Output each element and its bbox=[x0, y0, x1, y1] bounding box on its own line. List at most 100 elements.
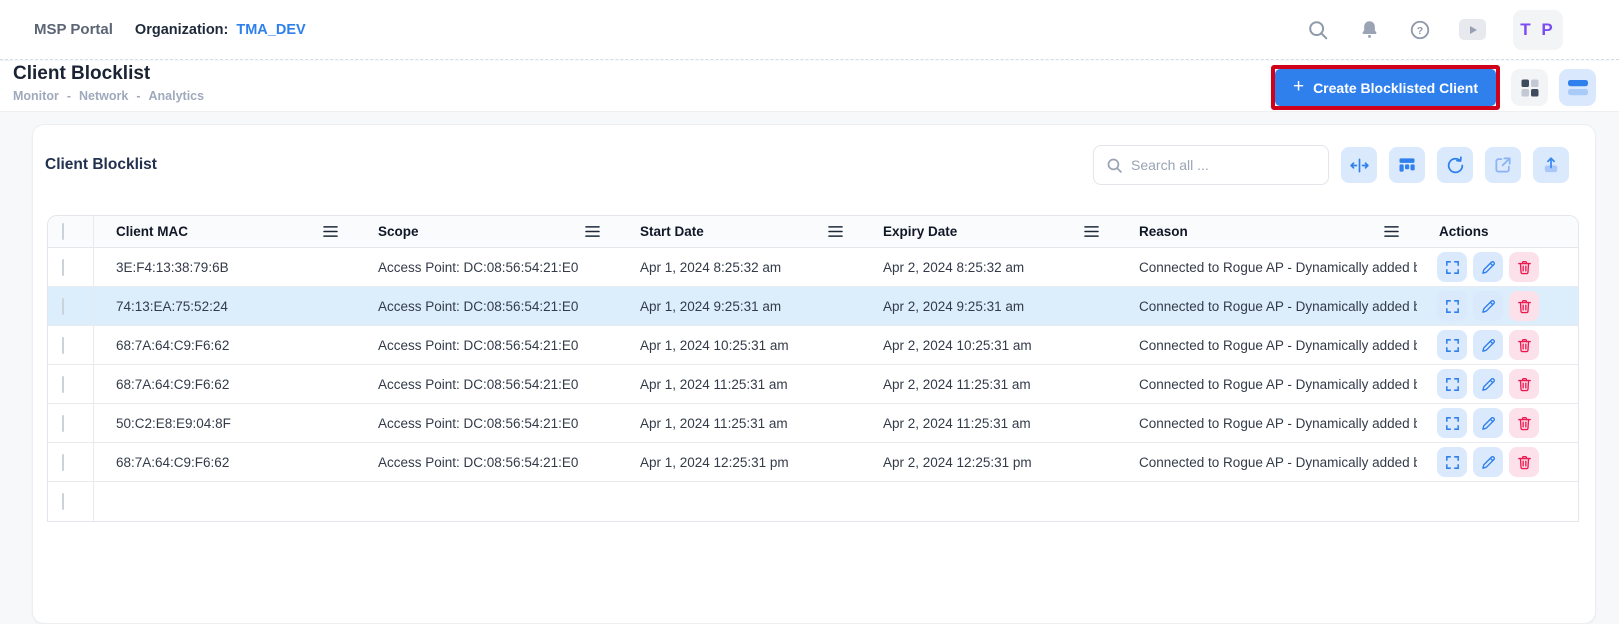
column-header-client-mac[interactable]: Client MAC bbox=[116, 224, 188, 239]
expand-row-button[interactable] bbox=[1437, 408, 1467, 438]
delete-row-button[interactable] bbox=[1509, 330, 1539, 360]
trash-icon bbox=[1516, 454, 1533, 471]
column-header-scope[interactable]: Scope bbox=[378, 224, 419, 239]
delete-row-button[interactable] bbox=[1509, 252, 1539, 282]
column-resize-button[interactable] bbox=[1341, 147, 1377, 183]
edit-row-button[interactable] bbox=[1473, 291, 1503, 321]
column-menu-icon[interactable] bbox=[1084, 225, 1099, 238]
page-header-left: Client Blocklist Monitor-Network-Analyti… bbox=[13, 63, 204, 103]
cell-expiry-date: Apr 2, 2024 8:25:32 am bbox=[861, 248, 1117, 287]
table-header-row: Client MAC Scope Start Date Expiry Date … bbox=[48, 216, 1578, 248]
row-checkbox[interactable] bbox=[62, 337, 64, 354]
client-blocklist-panel: Client Blocklist bbox=[32, 124, 1596, 624]
breadcrumb-separator: - bbox=[67, 89, 71, 103]
trash-icon bbox=[1516, 376, 1533, 393]
search-input-icon bbox=[1106, 157, 1123, 174]
edit-row-button[interactable] bbox=[1473, 369, 1503, 399]
cell-client-mac bbox=[94, 482, 356, 521]
breadcrumb-item[interactable]: Network bbox=[79, 89, 128, 103]
row-checkbox[interactable] bbox=[62, 454, 64, 471]
cell-start-date: Apr 1, 2024 8:25:32 am bbox=[618, 248, 861, 287]
grid-view-button[interactable] bbox=[1511, 69, 1548, 106]
blocklist-table: Client MAC Scope Start Date Expiry Date … bbox=[47, 215, 1579, 522]
edit-row-button[interactable] bbox=[1473, 408, 1503, 438]
refresh-button[interactable] bbox=[1437, 147, 1473, 183]
cell-expiry-date: Apr 2, 2024 11:25:31 am bbox=[861, 404, 1117, 443]
notifications-bell-icon[interactable] bbox=[1357, 18, 1381, 42]
panel-title: Client Blocklist bbox=[45, 156, 157, 174]
expand-row-button[interactable] bbox=[1437, 252, 1467, 282]
table-row-partial bbox=[48, 482, 1578, 521]
delete-row-button[interactable] bbox=[1509, 447, 1539, 477]
delete-row-button[interactable] bbox=[1509, 369, 1539, 399]
delete-row-button[interactable] bbox=[1509, 408, 1539, 438]
cell-start-date: Apr 1, 2024 11:25:31 am bbox=[618, 404, 861, 443]
column-menu-icon[interactable] bbox=[1384, 225, 1399, 238]
row-checkbox[interactable] bbox=[62, 376, 64, 393]
open-external-button[interactable] bbox=[1485, 147, 1521, 183]
cell-scope: Access Point: DC:08:56:54:21:E0 bbox=[356, 365, 618, 404]
expand-row-button[interactable] bbox=[1437, 330, 1467, 360]
list-view-button[interactable] bbox=[1559, 69, 1596, 106]
export-upload-button[interactable] bbox=[1533, 147, 1569, 183]
cell-reason: Connected to Rogue AP - Dynamically adde… bbox=[1117, 443, 1417, 482]
cell-actions bbox=[1417, 248, 1578, 287]
table-row: 68:7A:64:C9:F6:62 Access Point: DC:08:56… bbox=[48, 365, 1578, 404]
column-menu-icon[interactable] bbox=[828, 225, 843, 238]
edit-row-button[interactable] bbox=[1473, 330, 1503, 360]
organization-value-link[interactable]: TMA_DEV bbox=[236, 22, 305, 38]
expand-icon bbox=[1444, 415, 1461, 432]
expand-row-button[interactable] bbox=[1437, 291, 1467, 321]
table-columns-icon bbox=[1397, 155, 1417, 175]
expand-row-button[interactable] bbox=[1437, 447, 1467, 477]
cell-client-mac: 68:7A:64:C9:F6:62 bbox=[94, 365, 356, 404]
row-checkbox[interactable] bbox=[62, 415, 64, 432]
edit-row-button[interactable] bbox=[1473, 252, 1503, 282]
cell-scope: Access Point: DC:08:56:54:21:E0 bbox=[356, 287, 618, 326]
row-checkbox[interactable] bbox=[62, 298, 64, 315]
column-menu-icon[interactable] bbox=[585, 225, 600, 238]
expand-row-button[interactable] bbox=[1437, 369, 1467, 399]
table-row: 50:C2:E8:E9:04:8F Access Point: DC:08:56… bbox=[48, 404, 1578, 443]
cell-actions bbox=[1417, 482, 1578, 521]
table-wrap: Client MAC Scope Start Date Expiry Date … bbox=[47, 215, 1577, 522]
user-avatar[interactable]: T P bbox=[1513, 10, 1563, 50]
help-icon[interactable]: ? bbox=[1408, 18, 1432, 42]
breadcrumb-item[interactable]: Monitor bbox=[13, 89, 59, 103]
svg-text:?: ? bbox=[1417, 24, 1423, 36]
row-checkbox[interactable] bbox=[62, 493, 64, 510]
cell-client-mac: 68:7A:64:C9:F6:62 bbox=[94, 443, 356, 482]
row-checkbox[interactable] bbox=[62, 259, 64, 276]
edit-row-button[interactable] bbox=[1473, 447, 1503, 477]
pencil-icon bbox=[1480, 337, 1497, 354]
delete-row-button[interactable] bbox=[1509, 291, 1539, 321]
cell-start-date: Apr 1, 2024 10:25:31 am bbox=[618, 326, 861, 365]
create-blocklisted-client-button[interactable]: + Create Blocklisted Client bbox=[1275, 69, 1496, 106]
cell-client-mac: 68:7A:64:C9:F6:62 bbox=[94, 326, 356, 365]
open-external-icon bbox=[1493, 155, 1513, 175]
column-header-start-date[interactable]: Start Date bbox=[640, 224, 704, 239]
topbar: MSP Portal Organization: TMA_DEV ? bbox=[0, 0, 1619, 60]
cell-scope: Access Point: DC:08:56:54:21:E0 bbox=[356, 326, 618, 365]
select-all-checkbox[interactable] bbox=[62, 223, 64, 240]
cell-start-date: Apr 1, 2024 9:25:31 am bbox=[618, 287, 861, 326]
pencil-icon bbox=[1480, 454, 1497, 471]
cell-scope: Access Point: DC:08:56:54:21:E0 bbox=[356, 248, 618, 287]
breadcrumb-item[interactable]: Analytics bbox=[149, 89, 205, 103]
column-header-reason[interactable]: Reason bbox=[1139, 224, 1188, 239]
table-columns-button[interactable] bbox=[1389, 147, 1425, 183]
cell-actions bbox=[1417, 287, 1578, 326]
cell-expiry-date: Apr 2, 2024 9:25:31 am bbox=[861, 287, 1117, 326]
topbar-actions: ? T P bbox=[1306, 10, 1563, 50]
search-icon[interactable] bbox=[1306, 18, 1330, 42]
page-header: Client Blocklist Monitor-Network-Analyti… bbox=[0, 61, 1619, 112]
video-tour-icon[interactable] bbox=[1459, 19, 1486, 40]
cell-expiry-date: Apr 2, 2024 10:25:31 am bbox=[861, 326, 1117, 365]
topbar-left: MSP Portal Organization: TMA_DEV bbox=[34, 21, 306, 38]
column-header-expiry-date[interactable]: Expiry Date bbox=[883, 224, 957, 239]
search-all-input[interactable] bbox=[1131, 157, 1316, 173]
expand-icon bbox=[1444, 259, 1461, 276]
grid-view-icon bbox=[1520, 78, 1540, 98]
cell-actions bbox=[1417, 326, 1578, 365]
column-menu-icon[interactable] bbox=[323, 225, 338, 238]
